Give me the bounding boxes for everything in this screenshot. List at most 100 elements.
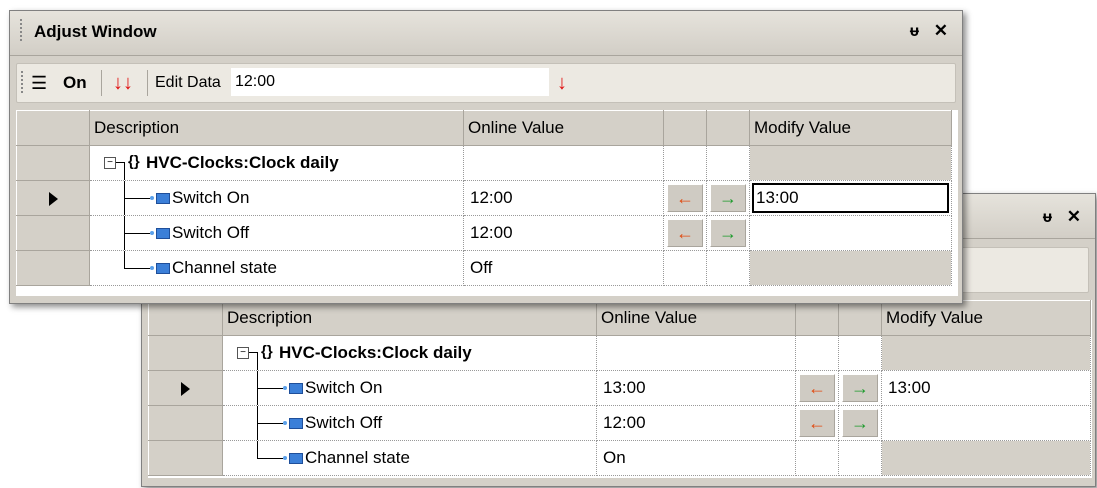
left-cell: ←: [795, 405, 839, 441]
toolbar: ☰ On ↓↓ Edit Data 12:00 ↓: [16, 63, 956, 103]
online-button[interactable]: On: [63, 64, 87, 102]
right-cell: →: [838, 405, 882, 441]
modify-value-input[interactable]: 13:00: [752, 183, 949, 213]
tree-group-cell[interactable]: − {} HVC-Clocks:Clock daily: [222, 335, 597, 371]
arrow-left-icon[interactable]: ←: [799, 409, 835, 437]
row-selector-current[interactable]: [16, 180, 90, 216]
modify-value[interactable]: 13:00: [881, 370, 1091, 406]
col-header-right[interactable]: [706, 110, 750, 146]
right-cell: [838, 335, 882, 371]
row-selector-current[interactable]: [148, 370, 223, 406]
right-cell: [706, 145, 750, 181]
row-selector[interactable]: [16, 145, 90, 181]
group-label: HVC-Clocks:Clock daily: [279, 343, 472, 362]
online-cell[interactable]: [463, 145, 664, 181]
tree-item-cell[interactable]: Switch On: [89, 180, 464, 216]
item-label: Switch On: [305, 378, 383, 397]
right-cell: [838, 440, 882, 476]
tree-item-cell[interactable]: Switch On: [222, 370, 597, 406]
arrow-right-icon[interactable]: →: [710, 184, 746, 212]
collapse-icon[interactable]: −: [104, 157, 116, 169]
close-icon[interactable]: ✕: [1067, 207, 1081, 227]
item-label: Switch Off: [172, 223, 250, 242]
right-cell: →: [838, 370, 882, 406]
online-value[interactable]: Off: [463, 250, 664, 286]
row-selector[interactable]: [148, 440, 223, 476]
drag-grip[interactable]: [20, 19, 22, 43]
pin-icon[interactable]: ᵾ: [1043, 209, 1052, 227]
item-label: Channel state: [172, 258, 277, 277]
tree-group-cell[interactable]: − {} HVC-Clocks:Clock daily: [89, 145, 464, 181]
modify-cell: [881, 335, 1091, 371]
col-header-online-value[interactable]: Online Value: [463, 110, 664, 146]
window-title: Adjust Window: [34, 22, 157, 41]
tree-item-cell[interactable]: Channel state: [89, 250, 464, 286]
arrow-right-icon[interactable]: →: [710, 219, 746, 247]
online-value[interactable]: 12:00: [463, 180, 664, 216]
title-buttons: ᵾ ✕: [900, 21, 948, 41]
title-bar: Adjust Window ᵾ ✕: [10, 11, 962, 56]
group-brace-icon: {}: [128, 153, 140, 170]
online-value[interactable]: On: [596, 440, 796, 476]
table-row[interactable]: Switch On 13:00 ← → 13:00: [148, 370, 1091, 406]
online-value[interactable]: 13:00: [596, 370, 796, 406]
variable-icon: [156, 263, 170, 274]
table-row[interactable]: Switch On 12:00 ← → 13:00: [16, 180, 952, 216]
list-view-icon[interactable]: ☰: [31, 64, 47, 102]
variable-icon: [156, 228, 170, 239]
table-row-group[interactable]: − {} HVC-Clocks:Clock daily: [16, 145, 952, 181]
tree-item-cell[interactable]: Channel state: [222, 440, 597, 476]
row-selector[interactable]: [148, 335, 223, 371]
left-cell: [795, 335, 839, 371]
header-row: Description Online Value Modify Value: [148, 300, 1091, 336]
online-value[interactable]: 12:00: [463, 215, 664, 251]
variable-icon: [289, 383, 303, 394]
table-row[interactable]: Channel state Off: [16, 250, 952, 286]
col-header-description[interactable]: Description: [222, 300, 597, 336]
arrow-right-icon[interactable]: →: [842, 374, 878, 402]
modify-value-cell[interactable]: 13:00: [749, 180, 952, 216]
table-row-group[interactable]: − {} HVC-Clocks:Clock daily: [148, 335, 1091, 371]
modify-value[interactable]: [749, 215, 952, 251]
modify-value[interactable]: [881, 405, 1091, 441]
row-selector[interactable]: [148, 405, 223, 441]
col-header-left[interactable]: [663, 110, 707, 146]
item-label: Switch Off: [305, 413, 383, 432]
table-row[interactable]: Switch Off 12:00 ← →: [148, 405, 1091, 441]
tree-item-cell[interactable]: Switch Off: [89, 215, 464, 251]
left-cell: ←: [663, 180, 707, 216]
arrow-left-icon[interactable]: ←: [667, 219, 703, 247]
row-selector[interactable]: [16, 215, 90, 251]
apply-arrow-icon[interactable]: ↓: [557, 64, 567, 102]
col-header-modify-value[interactable]: Modify Value: [881, 300, 1091, 336]
arrow-left-icon[interactable]: ←: [799, 374, 835, 402]
close-icon[interactable]: ✕: [934, 21, 948, 41]
adjust-window: Adjust Window ᵾ ✕ ☰ On ↓↓ Edit Data 12:0…: [9, 10, 963, 304]
tree-item-cell[interactable]: Switch Off: [222, 405, 597, 441]
group-label: HVC-Clocks:Clock daily: [146, 153, 339, 172]
variable-icon: [289, 453, 303, 464]
title-buttons-back: ᵾ ✕: [1033, 207, 1081, 227]
table-row[interactable]: Channel state On: [148, 440, 1091, 476]
download-all-icon[interactable]: ↓↓: [113, 64, 133, 102]
arrow-right-icon[interactable]: →: [842, 409, 878, 437]
row-selector[interactable]: [16, 250, 90, 286]
toolbar-grip[interactable]: [21, 71, 23, 95]
online-value[interactable]: 12:00: [596, 405, 796, 441]
col-header-modify-value[interactable]: Modify Value: [749, 110, 952, 146]
pin-icon[interactable]: ᵾ: [910, 23, 919, 41]
item-label: Channel state: [305, 448, 410, 467]
col-header-online-value[interactable]: Online Value: [596, 300, 796, 336]
variable-icon: [156, 193, 170, 204]
table-row[interactable]: Switch Off 12:00 ← →: [16, 215, 952, 251]
right-cell: →: [706, 215, 750, 251]
online-cell[interactable]: [596, 335, 796, 371]
col-header-left[interactable]: [795, 300, 839, 336]
collapse-icon[interactable]: −: [237, 347, 249, 359]
arrow-left-icon[interactable]: ←: [667, 184, 703, 212]
col-header-description[interactable]: Description: [89, 110, 464, 146]
col-header-right[interactable]: [838, 300, 882, 336]
row-header-corner: [148, 300, 223, 336]
grid-back: Description Online Value Modify Value − …: [148, 300, 1092, 478]
edit-data-input[interactable]: 12:00: [231, 68, 549, 96]
